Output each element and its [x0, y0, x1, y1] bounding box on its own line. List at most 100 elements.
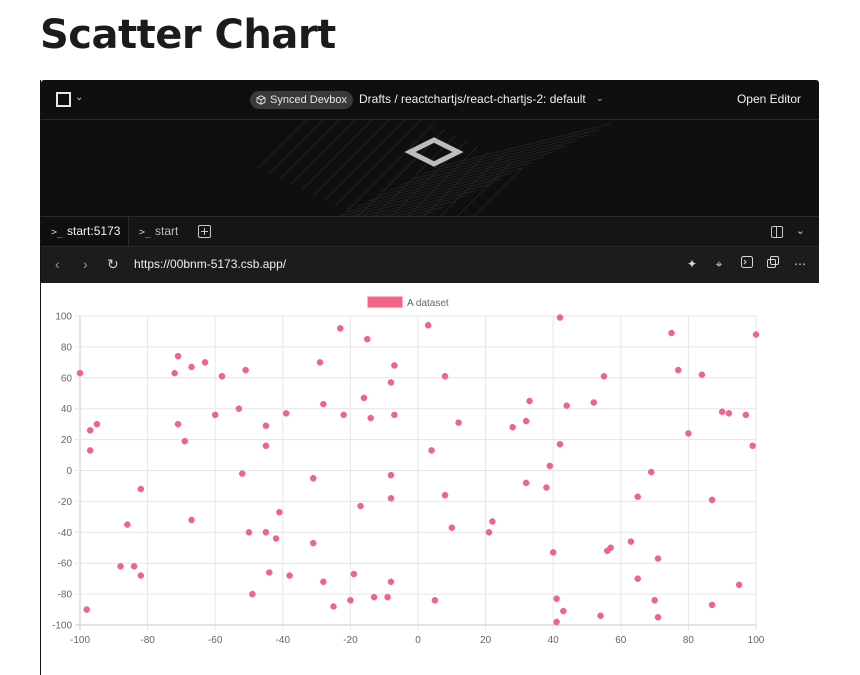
data-point — [330, 603, 337, 610]
data-point — [188, 516, 195, 524]
data-point — [286, 572, 293, 579]
data-point — [654, 555, 662, 562]
x-tick-label: 60 — [615, 635, 627, 646]
data-point — [489, 518, 496, 525]
data-point — [282, 410, 290, 417]
data-point — [563, 402, 570, 409]
data-point — [262, 529, 270, 536]
crosshair-icon[interactable]: ⌖ — [711, 256, 727, 272]
data-point — [201, 359, 209, 366]
data-point — [367, 414, 374, 422]
data-point — [698, 371, 706, 378]
data-point — [708, 601, 716, 609]
scatter-chart: -100 -80 -60 -40 -20 0 20 40 60 80 100 100 80 60 40 20 0… — [52, 296, 765, 646]
data-point — [590, 399, 598, 406]
data-point — [137, 485, 145, 493]
isometric-grid-graphic — [257, 120, 611, 216]
data-point — [654, 614, 662, 621]
reload-icon[interactable]: ↻ — [107, 256, 119, 272]
data-point — [86, 427, 94, 434]
sparkle-icon[interactable]: ✦ — [684, 256, 700, 272]
terminal-prompt-icon: >_ — [139, 227, 152, 238]
url-field[interactable]: https://00bnm-5173.csb.app/ — [134, 257, 286, 271]
data-point — [357, 502, 364, 510]
y-tick-label: 100 — [55, 312, 72, 323]
data-point — [249, 590, 256, 598]
data-point — [174, 352, 182, 360]
data-point — [522, 417, 530, 425]
forward-icon[interactable]: › — [83, 256, 88, 272]
add-tab-icon[interactable] — [198, 225, 211, 238]
data-point — [556, 440, 564, 448]
data-point — [130, 563, 138, 570]
data-point — [553, 595, 560, 602]
codesandbox-embed: ⌄ Synced Devbox Drafts / reactchartjs/re… — [40, 80, 819, 675]
data-point — [543, 484, 550, 491]
data-point — [441, 373, 449, 380]
tab-start-5173[interactable]: >_ start:5173 — [41, 217, 129, 246]
data-point — [218, 373, 226, 380]
data-point — [211, 411, 219, 419]
data-point — [188, 363, 195, 371]
data-point — [708, 496, 716, 504]
chevron-down-icon[interactable]: ⌄ — [75, 92, 83, 103]
data-point — [546, 462, 554, 470]
data-point — [266, 569, 273, 576]
y-tick-label: 80 — [61, 342, 73, 353]
x-tick-label: -40 — [276, 635, 291, 646]
data-point — [272, 535, 280, 542]
open-editor-button[interactable]: Open Editor — [737, 92, 801, 106]
data-point — [647, 468, 655, 476]
data-point — [137, 572, 145, 579]
codesandbox-logo-icon[interactable] — [56, 92, 71, 107]
data-point — [262, 442, 270, 450]
synced-devbox-badge[interactable]: Synced Devbox — [250, 91, 354, 109]
data-point — [749, 442, 756, 450]
tab-start[interactable]: >_ start — [129, 217, 189, 246]
breadcrumb[interactable]: Drafts / reactchartjs/react-chartjs-2: d… — [359, 92, 586, 106]
terminal-tabbar: >_ start:5173 >_ start ⌄ — [41, 217, 819, 247]
data-point — [174, 420, 182, 428]
data-point — [309, 539, 317, 547]
x-tick-label: -20 — [343, 635, 358, 646]
data-point — [347, 597, 354, 604]
data-point — [360, 394, 368, 402]
data-point — [387, 495, 395, 502]
data-point — [320, 400, 327, 408]
data-point — [522, 479, 530, 487]
data-point — [391, 362, 398, 369]
chevron-down-icon[interactable]: ⌄ — [796, 224, 805, 237]
data-point — [337, 325, 344, 332]
data-point — [387, 379, 395, 386]
devbox-label: Synced Devbox — [270, 94, 348, 106]
tab-label: start — [155, 224, 179, 238]
data-point — [124, 521, 131, 528]
browser-urlbar: ‹ › ↻ https://00bnm-5173.csb.app/ ✦ ⌖ ⋯ — [41, 247, 819, 283]
embed-topbar: ⌄ Synced Devbox Drafts / reactchartjs/re… — [41, 80, 819, 120]
data-point — [431, 597, 439, 604]
split-view-icon[interactable] — [771, 226, 783, 238]
chevron-down-icon[interactable]: ⌄ — [596, 93, 604, 104]
preview-banner — [41, 120, 819, 217]
data-point — [742, 411, 750, 419]
data-point — [600, 373, 608, 380]
x-tick-label: -80 — [140, 635, 155, 646]
terminal-icon[interactable] — [739, 256, 755, 272]
data-point — [340, 411, 347, 419]
data-point — [424, 322, 432, 329]
data-point — [560, 607, 567, 615]
data-point — [86, 447, 94, 454]
data-point — [316, 359, 324, 366]
data-point — [549, 549, 557, 556]
x-tick-label: 100 — [748, 635, 765, 646]
data-point — [235, 405, 243, 412]
data-point — [441, 491, 449, 499]
back-icon[interactable]: ‹ — [55, 256, 60, 272]
data-point — [350, 570, 358, 578]
more-icon[interactable]: ⋯ — [792, 256, 808, 272]
data-point — [428, 447, 435, 454]
data-point — [675, 366, 682, 374]
data-point — [320, 578, 327, 585]
popout-icon[interactable] — [765, 256, 781, 272]
legend-swatch — [367, 296, 403, 308]
